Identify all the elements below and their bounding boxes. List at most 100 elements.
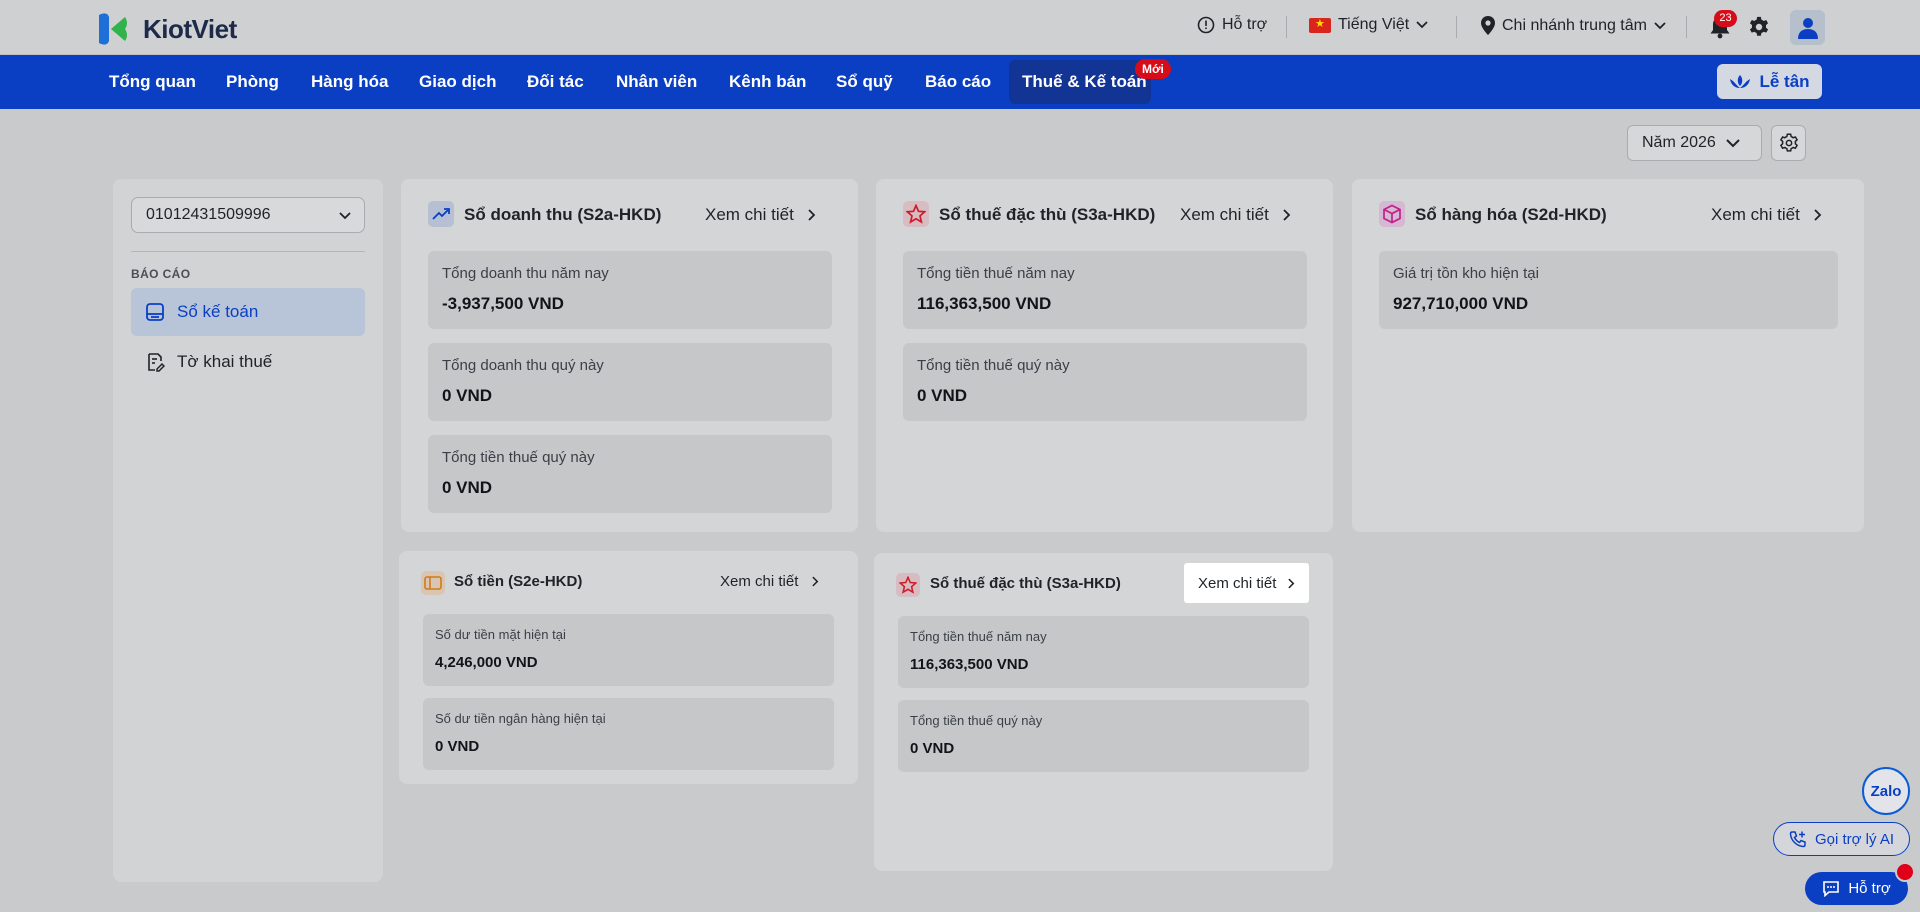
support-chat-button[interactable]: Hỗ trợ (1805, 872, 1908, 905)
nav-doi-tac[interactable]: Đối tác (527, 72, 584, 92)
stat-box: Tổng tiền thuế năm nay 116,363,500 VND (903, 251, 1307, 329)
stat-box: Tổng tiền thuế quý này 0 VND (903, 343, 1307, 421)
view-details-link[interactable]: Xem chi tiết (705, 205, 816, 225)
language-selector[interactable]: Tiếng Việt (1309, 16, 1428, 34)
stat-box: Tổng doanh thu năm nay -3,937,500 VND (428, 251, 832, 329)
ai-assistant-call-button[interactable]: Gọi trợ lý AI (1773, 822, 1910, 856)
tax-code-select[interactable]: 01012431509996 (131, 197, 365, 233)
card-title: Sổ doanh thu (S2a-HKD) (464, 205, 662, 224)
sidebar-section-title: BÁO CÁO (131, 267, 191, 281)
chevron-down-icon (1726, 138, 1740, 147)
stat-value: 0 VND (442, 386, 493, 405)
goods-ledger-card: Sổ hàng hóa (S2d-HKD) Xem chi tiết Giá t… (1352, 179, 1864, 532)
user-avatar-button[interactable] (1790, 10, 1825, 45)
zalo-label: Zalo (1870, 782, 1902, 800)
lotus-icon (1730, 74, 1751, 88)
stat-label: Số dư tiền mặt hiện tại (435, 627, 566, 642)
view-details-link[interactable]: Xem chi tiết (1180, 205, 1291, 225)
language-label: Tiếng Việt (1338, 16, 1410, 33)
stat-label: Tổng tiền thuế năm nay (917, 265, 1075, 282)
stat-label: Tổng tiền thuế quý này (917, 357, 1070, 374)
stat-value: 927,710,000 VND (1393, 294, 1529, 313)
dashboard-settings-button[interactable] (1771, 125, 1806, 161)
stat-label: Tổng doanh thu năm nay (442, 265, 609, 282)
nav-nhan-vien[interactable]: Nhân viên (616, 72, 697, 92)
nav-giao-dich[interactable]: Giao dịch (419, 72, 496, 92)
location-pin-icon (1481, 16, 1495, 35)
chevron-right-icon (808, 209, 816, 221)
branch-selector[interactable]: Chi nhánh trung tâm (1481, 16, 1666, 35)
nav-thue-ke-toan[interactable]: Thuế & Kế toán (1022, 72, 1147, 92)
stat-box: Số dư tiền mặt hiện tại 4,246,000 VND (423, 614, 834, 686)
nav-phong[interactable]: Phòng (226, 72, 279, 92)
sidebar-divider (131, 251, 365, 252)
star-icon (896, 573, 920, 597)
stat-value: 0 VND (435, 738, 480, 755)
reports-sidebar (113, 179, 383, 882)
stat-box: Số dư tiền ngân hàng hiện tại 0 VND (423, 698, 834, 770)
view-details-link[interactable]: Xem chi tiết (1184, 563, 1310, 603)
year-label: Năm 2026 (1642, 134, 1716, 151)
chevron-down-icon (1654, 21, 1666, 29)
brand-name: KiotViet (143, 13, 237, 44)
stat-label: Giá trị tồn kho hiện tại (1393, 265, 1539, 282)
trending-up-icon (428, 201, 454, 227)
view-details-label: Xem chi tiết (705, 205, 794, 224)
top-header: KiotViet Hỗ trợ Tiếng Việt Chi nhánh tru… (0, 0, 1920, 55)
phone-plus-icon (1789, 831, 1806, 848)
tax-code-value: 01012431509996 (146, 206, 271, 223)
reception-button[interactable]: Lễ tân (1717, 64, 1822, 99)
nav-kenh-ban[interactable]: Kênh bán (729, 72, 806, 92)
divider (1456, 16, 1457, 38)
stat-value: 116,363,500 VND (910, 656, 1029, 673)
unread-dot (1895, 862, 1915, 882)
view-details-label: Xem chi tiết (1198, 574, 1277, 592)
stat-value: -3,937,500 VND (442, 294, 564, 313)
stat-box: Tổng doanh thu quý này 0 VND (428, 343, 832, 421)
stat-label: Tổng tiền thuế quý này (910, 713, 1043, 728)
sidebar-item-so-ke-toan[interactable]: Sổ kế toán (131, 288, 365, 336)
sidebar-item-to-khai-thue[interactable]: Tờ khai thuế (131, 338, 365, 386)
stat-box: Tổng tiền thuế quý này 0 VND (898, 700, 1309, 772)
gear-icon (1779, 133, 1798, 152)
view-details-link[interactable]: Xem chi tiết (720, 573, 819, 590)
cash-icon (421, 571, 445, 595)
chevron-down-icon (1416, 21, 1428, 29)
nav-bao-cao[interactable]: Báo cáo (925, 72, 991, 92)
chat-alert-icon (1197, 16, 1215, 34)
view-details-link[interactable]: Xem chi tiết (1711, 205, 1822, 225)
nav-so-quy[interactable]: Sổ quỹ (836, 72, 893, 92)
stat-box: Tổng tiền thuế năm nay 116,363,500 VND (898, 616, 1309, 688)
divider (1286, 16, 1287, 38)
chevron-right-icon (1814, 209, 1822, 221)
edit-document-icon (148, 353, 165, 372)
branch-label: Chi nhánh trung tâm (1502, 16, 1647, 34)
stat-label: Tổng tiền thuế năm nay (910, 629, 1047, 644)
sidebar-item-label: Sổ kế toán (177, 302, 259, 321)
nav-hang-hoa[interactable]: Hàng hóa (311, 72, 388, 92)
view-details-label: Xem chi tiết (1180, 205, 1269, 224)
stat-value: 116,363,500 VND (917, 294, 1052, 313)
gear-icon[interactable] (1748, 16, 1770, 38)
card-title: Sổ thuế đặc thù (S3a-HKD) (930, 575, 1121, 592)
special-tax-ledger-card: Sổ thuế đặc thù (S3a-HKD) Xem chi tiết T… (876, 179, 1333, 532)
stat-label: Tổng tiền thuế quý này (442, 449, 595, 466)
chevron-right-icon (812, 576, 819, 587)
revenue-ledger-card: Sổ doanh thu (S2a-HKD) Xem chi tiết Tổng… (401, 179, 858, 532)
kiotviet-logo[interactable]: KiotViet (95, 9, 237, 49)
chat-bubble-icon (1823, 881, 1840, 897)
special-tax-ledger-card-2: Sổ thuế đặc thù (S3a-HKD) Xem chi tiết T… (874, 553, 1333, 871)
view-details-label: Xem chi tiết (1711, 205, 1800, 224)
chevron-down-icon (339, 212, 351, 220)
stat-value: 0 VND (442, 478, 493, 497)
zalo-chat-button[interactable]: Zalo (1862, 767, 1910, 815)
nav-tong-quan[interactable]: Tổng quan (109, 72, 196, 92)
card-title: Sổ tiền (S2e-HKD) (454, 573, 583, 590)
support-chat-label: Hỗ trợ (1848, 880, 1891, 897)
sidebar-item-label: Tờ khai thuế (177, 352, 273, 371)
kiotviet-logo-icon (99, 13, 127, 45)
cash-ledger-card: Sổ tiền (S2e-HKD) Xem chi tiết Số dư tiề… (399, 551, 858, 784)
year-select[interactable]: Năm 2026 (1627, 125, 1762, 161)
ai-call-label: Gọi trợ lý AI (1814, 830, 1895, 848)
support-link[interactable]: Hỗ trợ (1197, 16, 1267, 34)
